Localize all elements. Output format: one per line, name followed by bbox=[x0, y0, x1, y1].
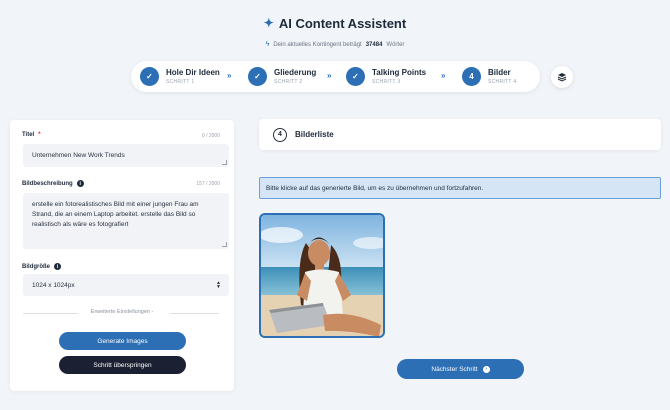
advanced-settings-toggle[interactable]: Erweiterte Einstellungen - bbox=[10, 309, 234, 315]
quota-prefix: Dein aktuelles Kontingent beträgt bbox=[273, 41, 362, 48]
generate-images-button[interactable]: Generate Images bbox=[59, 332, 186, 350]
image-settings-panel: Titel * 0 / 2000 Unternehmen New Work Tre… bbox=[10, 120, 234, 391]
divider bbox=[170, 313, 219, 314]
step-number: SCHRITT 1 bbox=[166, 78, 195, 85]
image-list-header: 4 Bilderliste bbox=[259, 119, 661, 150]
description-label: Bildbeschreibung i bbox=[22, 180, 84, 187]
check-icon: ✓ bbox=[346, 67, 365, 86]
size-select-value: 1024 x 1024px bbox=[32, 282, 75, 289]
step-number-badge: 4 bbox=[462, 67, 481, 86]
description-label-text: Bildbeschreibung bbox=[22, 180, 73, 187]
arrow-right-icon: › bbox=[482, 365, 490, 373]
page-title: ✦ AI Content Assistent bbox=[264, 16, 406, 31]
check-icon: ✓ bbox=[248, 67, 267, 86]
double-chevron-icon: » bbox=[441, 71, 446, 80]
size-label-text: Bildgröße bbox=[22, 263, 50, 270]
double-chevron-icon: » bbox=[327, 71, 332, 80]
info-icon[interactable]: i bbox=[54, 263, 61, 270]
title-char-count: 0 / 2000 bbox=[201, 133, 220, 139]
check-icon: ✓ bbox=[140, 67, 159, 86]
title-input[interactable]: Unternehmen New Work Trends bbox=[23, 144, 229, 167]
quota-info: ϟ Dein aktuelles Kontingent beträgt 3748… bbox=[266, 41, 405, 48]
step-name: Gliederung bbox=[274, 67, 317, 77]
header: ✦ AI Content Assistent ϟ Dein aktuelles … bbox=[0, 14, 670, 51]
generated-image[interactable] bbox=[259, 213, 385, 338]
step-name: Talking Points bbox=[372, 67, 427, 77]
layers-icon bbox=[557, 73, 567, 82]
title-label: Titel * bbox=[22, 132, 41, 138]
beach-photo-image bbox=[261, 215, 383, 336]
step-number: SCHRITT 2 bbox=[274, 78, 303, 85]
step-4[interactable]: 4 Bilder SCHRITT 4 bbox=[462, 66, 516, 87]
step-number: SCHRITT 4 bbox=[488, 78, 517, 85]
skip-step-button[interactable]: Schritt überspringen bbox=[59, 356, 186, 374]
quota-value: 37484 bbox=[365, 41, 383, 48]
step-1[interactable]: ✓ Hole Dir Ideen SCHRITT 1 bbox=[140, 66, 220, 87]
resize-handle[interactable] bbox=[222, 242, 227, 247]
page-title-text: AI Content Assistent bbox=[278, 15, 407, 31]
title-label-text: Titel bbox=[22, 132, 35, 138]
step-2[interactable]: ✓ Gliederung SCHRITT 2 bbox=[248, 66, 316, 87]
section-number-badge: 4 bbox=[273, 127, 287, 142]
description-char-count: 157 / 2000 bbox=[196, 181, 220, 187]
section-title: Bilderliste bbox=[295, 130, 334, 139]
layers-button[interactable] bbox=[551, 66, 573, 88]
resize-handle[interactable] bbox=[222, 160, 227, 165]
next-step-label: Nächster Schritt bbox=[431, 365, 478, 373]
select-arrows-icon: ▲ ▼ bbox=[216, 280, 221, 290]
info-icon[interactable]: i bbox=[76, 180, 84, 187]
title-input-value: Unternehmen New Work Trends bbox=[32, 152, 125, 159]
description-textarea[interactable]: erstelle ein fotorealistisches Bild mit … bbox=[23, 193, 229, 249]
bolt-icon: ϟ bbox=[265, 41, 270, 48]
double-chevron-icon: » bbox=[227, 71, 232, 80]
stepper: ✓ Hole Dir Ideen SCHRITT 1 » ✓ Gliederun… bbox=[131, 61, 540, 92]
sparkle-icon: ✦ bbox=[263, 16, 274, 30]
quota-suffix: Wörter bbox=[386, 41, 405, 48]
info-alert: Bitte klicke auf das generierte Bild, um… bbox=[259, 177, 661, 199]
step-number: SCHRITT 3 bbox=[372, 78, 401, 85]
size-label: Bildgröße i bbox=[22, 263, 61, 270]
next-step-button[interactable]: Nächster Schritt › bbox=[397, 359, 524, 379]
step-3[interactable]: ✓ Talking Points SCHRITT 3 bbox=[346, 66, 426, 87]
size-select[interactable]: 1024 x 1024px ▲ ▼ bbox=[23, 274, 229, 296]
step-name: Hole Dir Ideen bbox=[166, 67, 220, 77]
description-value: erstelle ein fotorealistisches Bild mit … bbox=[32, 201, 199, 229]
step-name: Bilder bbox=[488, 67, 511, 77]
required-marker: * bbox=[38, 132, 41, 138]
